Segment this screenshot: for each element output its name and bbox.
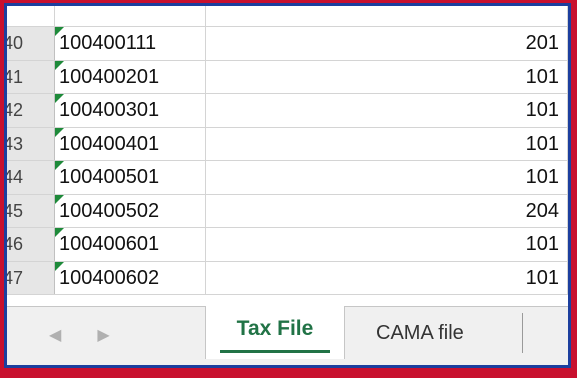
row-number[interactable]: 40 bbox=[7, 27, 55, 60]
tab-label: Tax File bbox=[236, 317, 314, 340]
error-marker-icon bbox=[55, 127, 64, 137]
row-number[interactable]: 46 bbox=[7, 228, 55, 261]
table-row: 40 100400111 201 bbox=[7, 27, 568, 61]
cell-a[interactable]: 100400201 bbox=[55, 60, 206, 93]
cell-a[interactable]: 100400501 bbox=[55, 161, 206, 194]
cell-a-value: 100400602 bbox=[59, 266, 160, 289]
table-row: 43 100400401 101 bbox=[7, 127, 568, 161]
sheet-grid: 40 100400111 201 41 100400201 101 42 100… bbox=[7, 6, 568, 312]
cell-a-value: 100400401 bbox=[59, 132, 160, 155]
error-marker-icon bbox=[55, 228, 64, 237]
error-marker-icon bbox=[55, 94, 64, 103]
row-number[interactable]: 47 bbox=[7, 261, 55, 294]
table-row: 41 100400201 101 bbox=[7, 60, 568, 94]
excel-window: 40 100400111 201 41 100400201 101 42 100… bbox=[4, 3, 571, 368]
cell-b[interactable]: 101 bbox=[206, 228, 568, 261]
cell-b[interactable]: 201 bbox=[206, 27, 568, 60]
active-tab-underline bbox=[220, 350, 330, 353]
table-row: 44 100400501 101 bbox=[7, 161, 568, 195]
table-row: 42 100400301 101 bbox=[7, 94, 568, 128]
cell-a-value: 100400501 bbox=[59, 166, 160, 188]
table-row: 46 100400601 101 bbox=[7, 228, 568, 262]
error-marker-icon bbox=[55, 60, 64, 70]
error-marker-icon bbox=[55, 161, 64, 170]
cell-b[interactable]: 101 bbox=[206, 94, 568, 127]
cell-a[interactable]: 100400602 bbox=[55, 261, 206, 294]
cell-a[interactable]: 100400502 bbox=[55, 194, 206, 227]
tab-cama-file[interactable]: CAMA file bbox=[353, 313, 523, 353]
error-marker-icon bbox=[55, 27, 64, 36]
row-number[interactable]: 45 bbox=[7, 194, 55, 227]
cell-a[interactable]: 100400601 bbox=[55, 228, 206, 261]
cell-b[interactable]: 101 bbox=[206, 127, 568, 160]
cell-a-value: 100400201 bbox=[59, 65, 160, 88]
row-header-corner bbox=[7, 6, 55, 26]
column-header-a[interactable] bbox=[55, 6, 206, 26]
cell-a-value: 100400502 bbox=[59, 199, 160, 222]
scroll-left-icon[interactable]: ◀ bbox=[49, 325, 61, 345]
sheet-nav: ◀ ▶ bbox=[49, 325, 110, 345]
table-row: 45 100400502 204 bbox=[7, 194, 568, 228]
cell-a-value: 100400301 bbox=[59, 99, 160, 121]
row-number[interactable]: 43 bbox=[7, 127, 55, 160]
row-number[interactable]: 41 bbox=[7, 60, 55, 93]
error-marker-icon bbox=[55, 261, 64, 271]
row-number[interactable]: 42 bbox=[7, 94, 55, 127]
cell-b[interactable]: 204 bbox=[206, 194, 568, 227]
error-marker-icon bbox=[55, 194, 64, 204]
cell-b[interactable]: 101 bbox=[206, 161, 568, 194]
cell-a[interactable]: 100400301 bbox=[55, 94, 206, 127]
cell-a-value: 100400111 bbox=[59, 32, 157, 54]
cell-a[interactable]: 100400111 bbox=[55, 27, 206, 60]
tab-label: CAMA file bbox=[376, 322, 464, 344]
tab-tax-file[interactable]: Tax File bbox=[205, 306, 345, 359]
column-header-strip bbox=[7, 6, 568, 27]
cell-a[interactable]: 100400401 bbox=[55, 127, 206, 160]
column-header-b[interactable] bbox=[206, 6, 568, 26]
table-row: 47 100400602 101 bbox=[7, 261, 568, 295]
cell-b[interactable]: 101 bbox=[206, 60, 568, 93]
scroll-right-icon[interactable]: ▶ bbox=[97, 325, 109, 345]
row-number[interactable]: 44 bbox=[7, 161, 55, 194]
cell-b[interactable]: 101 bbox=[206, 261, 568, 294]
cell-a-value: 100400601 bbox=[59, 233, 160, 255]
sheet-tab-bar: ◀ ▶ Tax File CAMA file bbox=[7, 306, 568, 365]
